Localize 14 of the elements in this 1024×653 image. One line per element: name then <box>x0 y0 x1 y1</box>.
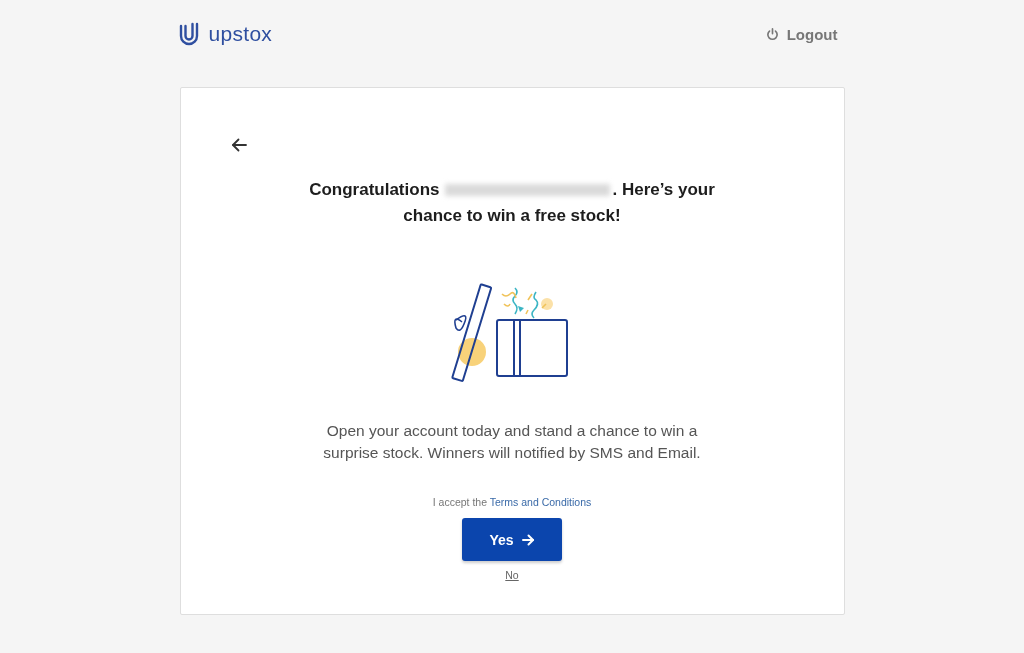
message-text: Open your account today and stand a chance to win a surprise stock. Winners will notified by SMS and Email. <box>322 421 702 463</box>
arrow-right-icon <box>521 533 535 546</box>
heading-text: Congratulations <box>309 180 440 200</box>
logo-icon <box>178 22 199 46</box>
brand-name: upstox <box>208 22 273 46</box>
terms-link[interactable]: Terms and Conditions <box>489 496 592 508</box>
yes-button[interactable]: Yes <box>462 518 562 561</box>
terms-text: I accept the Terms and Conditions <box>432 496 592 508</box>
back-arrow-icon <box>230 138 247 152</box>
heading-text: chance to win a free stock! <box>403 206 621 226</box>
no-link[interactable]: No <box>505 569 519 581</box>
power-icon <box>765 27 779 41</box>
heading-text: . Here’s your <box>612 180 715 200</box>
logout-button[interactable]: Logout <box>765 25 838 43</box>
